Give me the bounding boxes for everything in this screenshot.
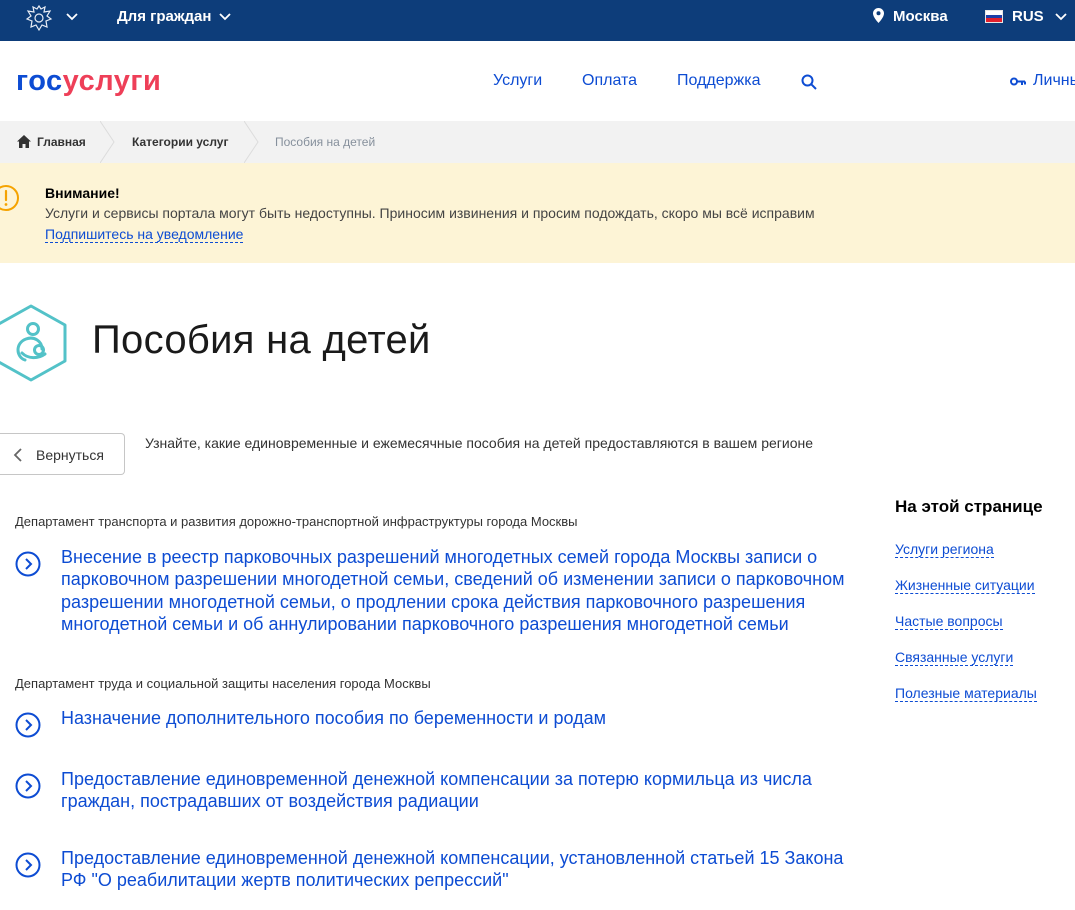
breadcrumb-separator [100, 121, 115, 163]
alert-text: Услуги и сервисы портала могут быть недо… [45, 205, 815, 221]
arrow-circle-icon [15, 712, 41, 738]
nav-payment[interactable]: Оплата [582, 72, 637, 90]
personal-account-link[interactable]: Личный [1033, 72, 1075, 90]
page-lead-text: Узнайте, какие единовременные и ежемесяч… [145, 435, 814, 451]
arrow-circle-icon [15, 773, 41, 799]
aside-link-useful-materials[interactable]: Полезные материалы [895, 685, 1037, 702]
breadcrumb-current: Пособия на детей [275, 135, 376, 149]
subscribe-notification-link[interactable]: Подпишитесь на уведомление [45, 226, 244, 243]
chevron-down-icon[interactable] [1055, 13, 1067, 21]
back-button-label: Вернуться [36, 447, 104, 463]
breadcrumb: Главная Категории услуг Пособия на детей [0, 121, 1075, 163]
location-selector[interactable]: Москва [893, 8, 948, 25]
aside-link-life-situations[interactable]: Жизненные ситуации [895, 577, 1035, 594]
alert-title: Внимание! [45, 185, 120, 201]
breadcrumb-home[interactable]: Главная [37, 135, 86, 149]
nav-support[interactable]: Поддержка [677, 72, 760, 90]
service-link[interactable]: Внесение в реестр парковочных разрешений… [61, 546, 861, 635]
logo-part-gos: гос [16, 65, 63, 97]
mother-child-icon [0, 304, 67, 382]
logo-part-uslugi: услуги [62, 65, 162, 97]
aside-link-region-services[interactable]: Услуги региона [895, 541, 994, 558]
gosuslugi-logo[interactable]: госуслуги [16, 65, 161, 98]
service-link[interactable]: Предоставление единовременной денежной к… [61, 847, 861, 892]
aside-link-related-services[interactable]: Связанные услуги [895, 649, 1014, 666]
back-button[interactable]: Вернуться [0, 433, 125, 475]
arrow-circle-icon [15, 551, 41, 577]
russia-flag-icon[interactable] [985, 10, 1003, 23]
search-icon[interactable] [801, 74, 817, 90]
home-icon[interactable] [17, 135, 31, 148]
key-icon[interactable] [1010, 77, 1026, 86]
aside-link-faq[interactable]: Частые вопросы [895, 613, 1003, 630]
coat-of-arms-icon[interactable] [24, 3, 54, 33]
map-pin-icon[interactable] [873, 8, 884, 23]
breadcrumb-categories[interactable]: Категории услуг [132, 135, 228, 149]
on-this-page-title: На этой странице [895, 497, 1043, 516]
chevron-down-icon[interactable] [66, 13, 78, 21]
nav-services[interactable]: Услуги [493, 72, 542, 90]
department-name: Департамент транспорта и развития дорожн… [15, 514, 578, 529]
language-selector[interactable]: RUS [1012, 8, 1044, 25]
audience-selector[interactable]: Для граждан [117, 8, 211, 25]
site-header: госуслуги Услуги Оплата Поддержка Личный [0, 41, 1075, 121]
chevron-left-icon [13, 448, 22, 462]
page-title: Пособия на детей [92, 318, 431, 362]
warning-circle-icon [0, 185, 19, 211]
service-link[interactable]: Назначение дополнительного пособия по бе… [61, 707, 861, 729]
service-link[interactable]: Предоставление единовременной денежной к… [61, 768, 861, 813]
breadcrumb-separator [244, 121, 259, 163]
chevron-down-icon[interactable] [219, 13, 231, 21]
top-bar: Для граждан Москва RUS [0, 0, 1075, 41]
department-name: Департамент труда и социальной защиты на… [15, 676, 431, 691]
arrow-circle-icon [15, 852, 41, 878]
